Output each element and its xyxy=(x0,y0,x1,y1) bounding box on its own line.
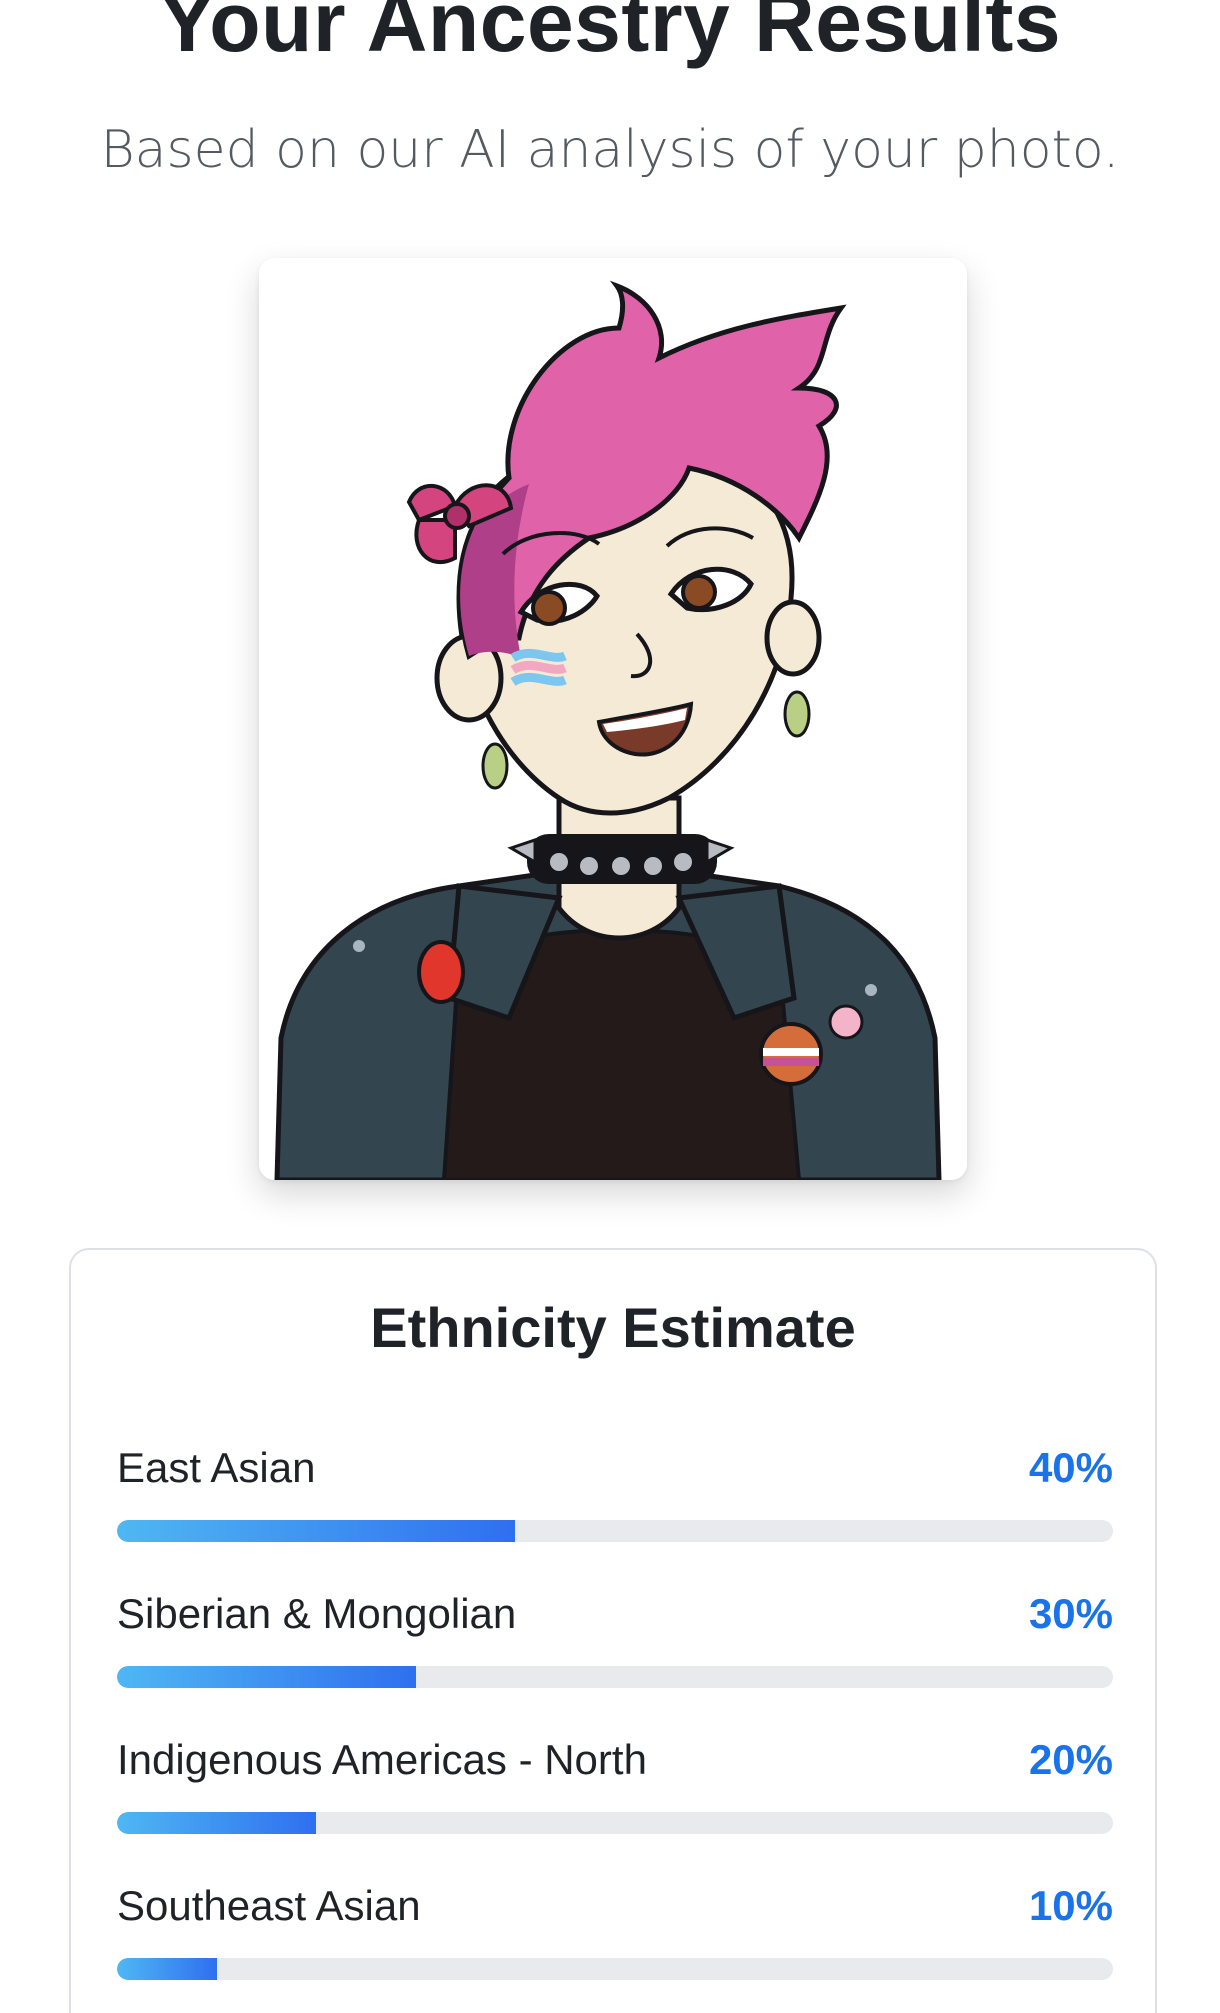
estimate-percent: 20% xyxy=(1028,1736,1113,1783)
estimate-percent: 40% xyxy=(1028,1444,1113,1491)
ethnicity-estimate-card: Ethnicity Estimate East Asian 40% Siberi… xyxy=(69,1248,1157,2013)
estimate-row-indigenous-americas-north: Indigenous Americas - North 20% xyxy=(117,1732,1113,1842)
progress-fill xyxy=(117,1958,217,1980)
portrait-illustration xyxy=(259,258,967,1180)
page-subtitle: Based on our AI analysis of your photo. xyxy=(100,120,1120,180)
estimate-label: East Asian xyxy=(117,1444,316,1491)
progress-track xyxy=(117,1666,1113,1688)
estimate-label: Indigenous Americas - North xyxy=(117,1736,647,1783)
estimate-row-siberian-mongolian: Siberian & Mongolian 30% xyxy=(117,1586,1113,1696)
page-title: Your Ancestry Results xyxy=(158,0,1062,69)
estimate-title: Ethnicity Estimate xyxy=(370,1296,856,1359)
uploaded-photo-card xyxy=(259,258,967,1180)
progress-fill xyxy=(117,1520,516,1542)
estimate-row-east-asian: East Asian 40% xyxy=(117,1440,1113,1550)
estimate-label: Siberian & Mongolian xyxy=(117,1590,517,1637)
progress-fill xyxy=(117,1812,317,1834)
estimate-row-southeast-asian: Southeast Asian 10% xyxy=(117,1878,1113,1988)
progress-track xyxy=(117,1520,1113,1542)
estimate-percent: 10% xyxy=(1028,1882,1113,1929)
estimate-percent: 30% xyxy=(1028,1590,1113,1637)
progress-fill xyxy=(117,1666,416,1688)
progress-track xyxy=(117,1812,1113,1834)
progress-track xyxy=(117,1958,1113,1980)
estimate-label: Southeast Asian xyxy=(117,1882,421,1929)
